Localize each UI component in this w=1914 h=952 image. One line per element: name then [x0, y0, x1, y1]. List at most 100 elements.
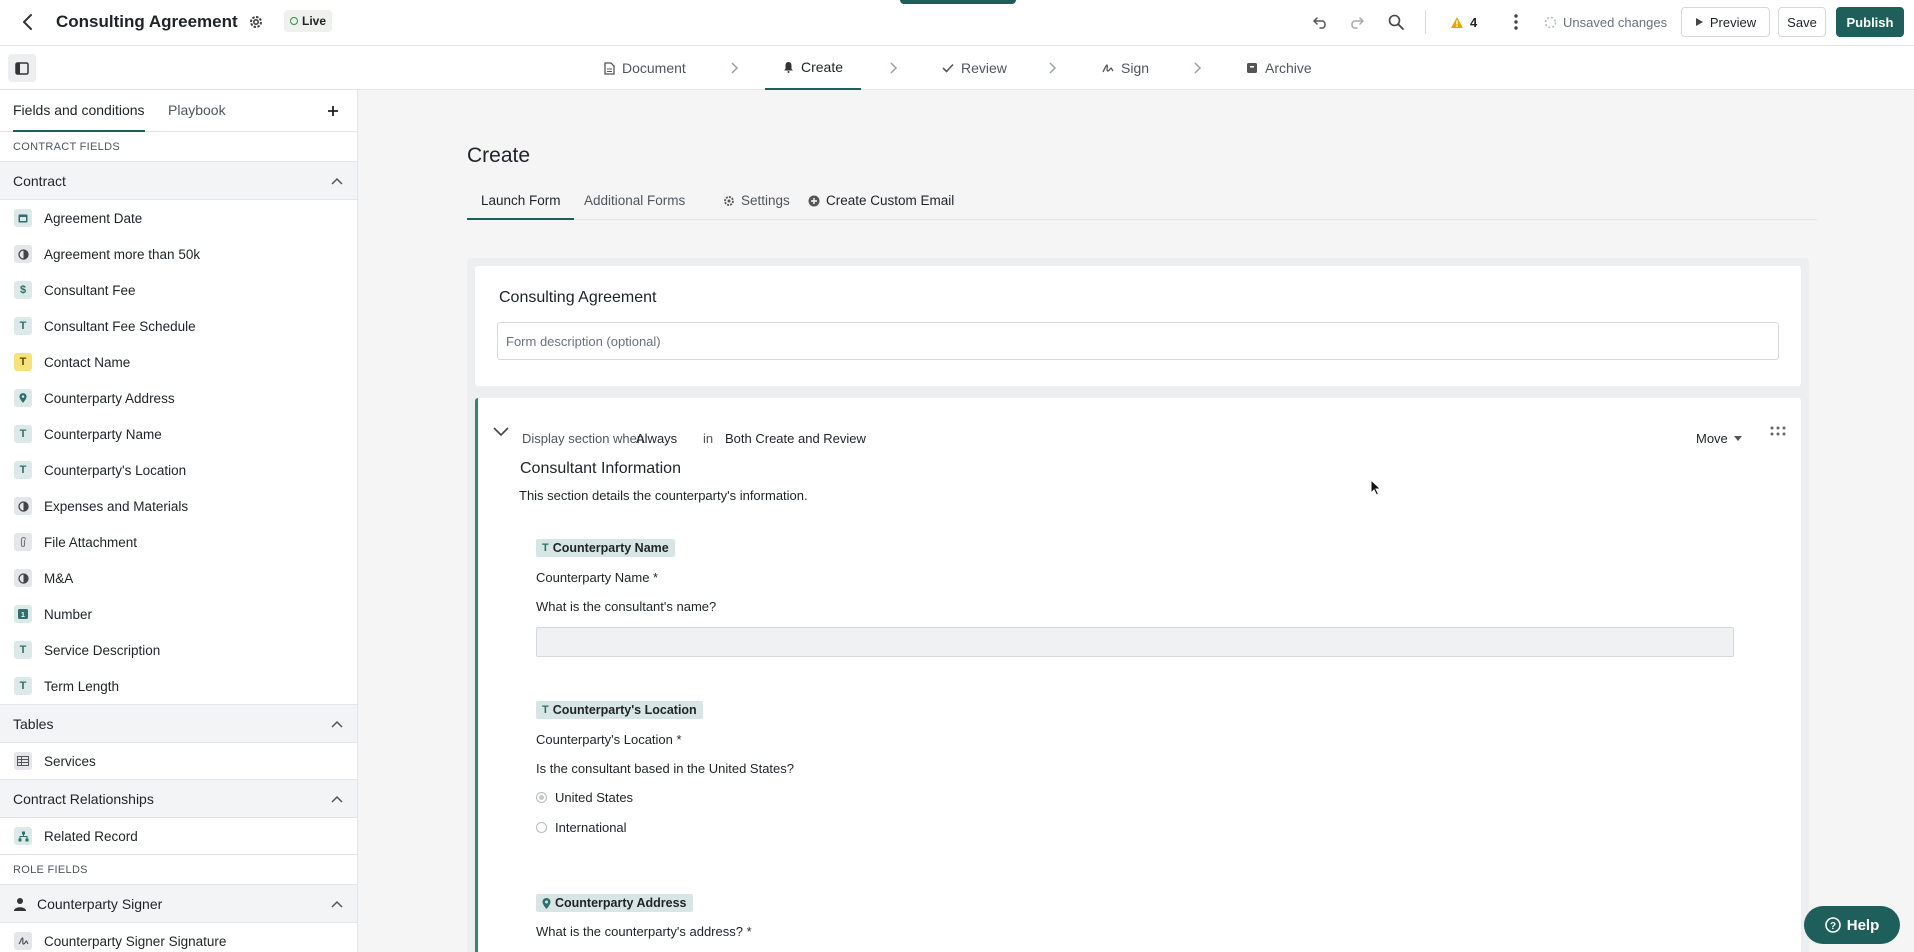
sidebar-field-item[interactable]: T Contact Name: [0, 344, 357, 380]
mouse-cursor-icon: [1370, 479, 1382, 496]
document-settings-button[interactable]: [245, 11, 267, 33]
sidebar-panel-icon: [15, 61, 29, 75]
field-tag-counterparty-location[interactable]: T Counterparty's Location: [536, 701, 703, 719]
sidebar-field-label: Agreement more than 50k: [44, 246, 201, 262]
number-icon: 1: [14, 605, 32, 623]
tab-fields-and-conditions[interactable]: Fields and conditions: [13, 90, 145, 132]
tab-create-custom-email[interactable]: Create Custom Email: [808, 190, 954, 220]
sidebar-field-item[interactable]: T Service Description: [0, 632, 357, 668]
back-button[interactable]: [16, 10, 40, 34]
section-title[interactable]: Consultant Information: [520, 460, 681, 478]
radio-option-international[interactable]: International: [536, 820, 627, 835]
sidebar-field-item[interactable]: Expenses and Materials: [0, 488, 357, 524]
document-icon: [604, 61, 615, 75]
radio-button[interactable]: [536, 792, 547, 803]
gear-icon: [724, 196, 734, 206]
tab-playbook[interactable]: Playbook: [168, 90, 226, 132]
plus-circle-icon: [808, 195, 820, 207]
field-tag-counterparty-address[interactable]: Counterparty Address: [536, 894, 693, 912]
chevron-right-icon: [731, 62, 739, 74]
loading-icon: [1544, 16, 1557, 28]
move-section-dropdown[interactable]: Move: [1696, 431, 1742, 446]
preview-button[interactable]: Preview: [1681, 7, 1770, 37]
sidebar-field-item[interactable]: File Attachment: [0, 524, 357, 560]
tab-launch-form[interactable]: Launch Form: [467, 190, 574, 220]
sidebar-field-item[interactable]: 1 Number: [0, 596, 357, 632]
drag-handle-icon[interactable]: [1770, 426, 1786, 436]
help-button[interactable]: ? Help: [1804, 906, 1900, 944]
form-description-input[interactable]: [497, 322, 1779, 360]
tab-settings[interactable]: Settings: [723, 190, 790, 220]
chevron-up-icon: [331, 177, 343, 185]
field-question: What is the counterparty's address? *: [536, 924, 752, 939]
section-condition-select[interactable]: Always: [636, 431, 677, 446]
chevron-down-icon[interactable]: [490, 420, 512, 442]
signature-icon: [14, 932, 32, 950]
sidebar-field-item[interactable]: Services: [0, 743, 357, 779]
plus-icon: [328, 106, 338, 116]
group-relationships-header[interactable]: Contract Relationships: [0, 780, 357, 818]
section-condition-in-label: in: [703, 431, 714, 446]
sidebar-field-item[interactable]: Agreement more than 50k: [0, 236, 357, 272]
sidebar-field-label: Related Record: [44, 828, 138, 844]
sidebar-field-item[interactable]: Counterparty Address: [0, 380, 357, 416]
form-title[interactable]: Consulting Agreement: [499, 289, 656, 307]
top-bar: Consulting Agreement Live 4 Unsaved chan…: [0, 0, 1914, 46]
sidebar-field-item[interactable]: T Counterparty's Location: [0, 452, 357, 488]
tab-settings-label: Settings: [741, 193, 790, 208]
group-relationships-label: Contract Relationships: [13, 790, 154, 807]
step-archive-label: Archive: [1265, 60, 1312, 76]
tab-additional-forms[interactable]: Additional Forms: [584, 190, 685, 220]
sidebar-field-item[interactable]: Agreement Date: [0, 200, 357, 236]
sidebar-field-label: Counterparty Signer Signature: [44, 933, 227, 949]
group-counterparty-signer-header[interactable]: Counterparty Signer: [0, 885, 357, 923]
main-content: Create Launch Form Additional Forms Sett…: [359, 90, 1914, 952]
step-document[interactable]: Document: [586, 46, 704, 90]
sidebar-field-item[interactable]: M&A: [0, 560, 357, 596]
radio-option-united-states[interactable]: United States: [536, 790, 633, 805]
condition-icon: [14, 497, 32, 515]
search-button[interactable]: [1385, 11, 1407, 33]
more-vertical-icon: [1514, 14, 1518, 30]
field-tag-label: Counterparty Name: [552, 541, 669, 555]
warnings-button[interactable]: 4: [1450, 10, 1477, 34]
more-options-button[interactable]: [1505, 11, 1527, 33]
undo-button[interactable]: [1310, 11, 1332, 33]
radio-button[interactable]: [536, 822, 547, 833]
sidebar-field-item[interactable]: T Consultant Fee Schedule: [0, 308, 357, 344]
save-button[interactable]: Save: [1778, 7, 1826, 37]
move-label: Move: [1696, 431, 1728, 446]
step-create[interactable]: Create: [765, 46, 862, 90]
counterparty-name-input[interactable]: [536, 627, 1734, 657]
radio-option-label: United States: [555, 790, 634, 805]
sidebar-field-item[interactable]: Related Record: [0, 818, 357, 854]
dollar-icon: $: [14, 281, 32, 299]
section-description[interactable]: This section details the counterparty's …: [519, 488, 808, 503]
sidebar-field-label: Number: [44, 606, 93, 622]
chevron-right-icon: [1049, 62, 1057, 74]
step-sign[interactable]: Sign: [1084, 46, 1167, 90]
sidebar-field-item[interactable]: $ Consultant Fee: [0, 272, 357, 308]
bell-icon: [784, 62, 793, 73]
sidebar-field-label: Services: [44, 753, 96, 769]
add-field-button[interactable]: [323, 101, 343, 121]
step-document-label: Document: [622, 60, 686, 76]
section-scope-select[interactable]: Both Create and Review: [725, 431, 866, 446]
group-contract-header[interactable]: Contract: [0, 162, 357, 200]
sidebar-field-label: Consultant Fee: [44, 282, 136, 298]
caret-down-icon: [1733, 436, 1742, 441]
tab-additional-forms-label: Additional Forms: [584, 193, 686, 208]
group-tables-header[interactable]: Tables: [0, 705, 357, 743]
tables-list: Services: [0, 743, 357, 780]
redo-button[interactable]: [1345, 11, 1367, 33]
toggle-sidebar-button[interactable]: [8, 54, 36, 82]
step-review[interactable]: Review: [924, 46, 1025, 90]
svg-text:1: 1: [21, 612, 25, 619]
field-tag-counterparty-name[interactable]: T Counterparty Name: [536, 539, 675, 557]
sidebar-field-item[interactable]: Counterparty Signer Signature: [0, 923, 357, 952]
sidebar-field-item[interactable]: T Term Length: [0, 668, 357, 704]
sidebar-field-item[interactable]: T Counterparty Name: [0, 416, 357, 452]
step-archive[interactable]: Archive: [1228, 46, 1330, 90]
publish-button[interactable]: Publish: [1836, 7, 1904, 37]
text-icon: T: [14, 677, 32, 695]
